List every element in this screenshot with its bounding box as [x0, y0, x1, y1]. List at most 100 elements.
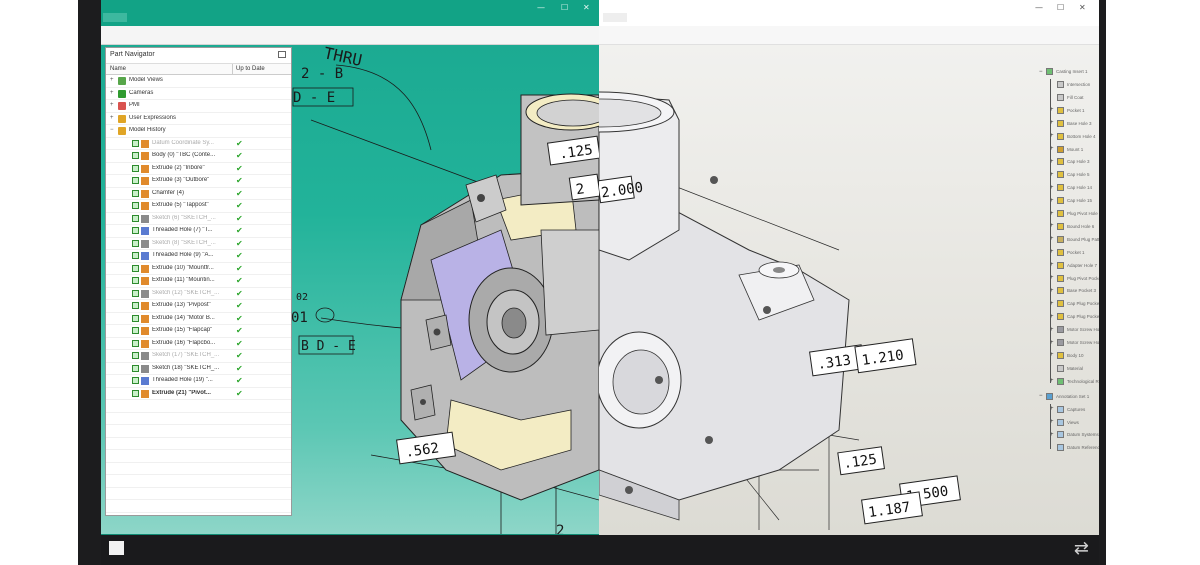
- feature-icon: [1057, 248, 1064, 256]
- tree-item[interactable]: +Cap Plug Pocket 4: [1050, 300, 1099, 310]
- body-icon: [1046, 68, 1053, 75]
- history-feature-row[interactable]: Sketch (12) "SKETCH_... ✔: [106, 288, 291, 300]
- feature-checkbox[interactable]: [132, 164, 139, 172]
- column-up-to-date[interactable]: Up to Date: [236, 66, 265, 72]
- feature-checkbox[interactable]: [132, 139, 139, 147]
- tree-item[interactable]: + Bound Hole 6: [1050, 222, 1094, 233]
- up-to-date-check-icon: ✔: [236, 201, 243, 210]
- history-feature-row[interactable]: Extrude (2) "Inbore" ✔: [106, 163, 291, 175]
- history-feature-row[interactable]: Threaded Hole (7) "T... ✔: [106, 225, 291, 238]
- tree-item[interactable]: + Pocket 1: [1050, 106, 1085, 117]
- tree-item[interactable]: + Base Hole 3: [1050, 119, 1092, 130]
- part-navigator-panel: Part Navigator Name Up to Date + Model Vi…: [105, 47, 292, 516]
- expand-icon[interactable]: +: [110, 102, 114, 108]
- tree-item[interactable]: + Pocket 1: [1050, 248, 1085, 259]
- expand-icon[interactable]: +: [110, 77, 114, 83]
- feature-checkbox[interactable]: [132, 302, 139, 309]
- feature-checkbox[interactable]: [132, 389, 139, 397]
- history-feature-row[interactable]: Datum Coordinate Sy... ✔: [106, 138, 291, 150]
- tree-item[interactable]: + Body 10: [1050, 351, 1084, 362]
- tree-item[interactable]: + Cap Hole 14: [1050, 184, 1092, 194]
- history-feature-row[interactable]: Sketch (8) "SKETCH_... ✔: [106, 238, 291, 250]
- feature-checkbox[interactable]: [132, 177, 139, 184]
- tree-item[interactable]: Fill Coat: [1050, 93, 1084, 104]
- tree-annotation-set[interactable]: − Annotation Set 1: [1039, 392, 1089, 403]
- navigator-group-row[interactable]: + User Expressions: [106, 113, 291, 125]
- expand-icon[interactable]: −: [110, 127, 114, 133]
- history-feature-row[interactable]: Sketch (6) "SKETCH_... ✔: [106, 213, 291, 225]
- feature-checkbox[interactable]: [132, 189, 139, 197]
- feature-checkbox[interactable]: [132, 239, 139, 247]
- history-feature-row[interactable]: Extrude (3) "Outbore" ✔: [106, 175, 291, 188]
- tree-item[interactable]: + Mount 1: [1050, 145, 1084, 156]
- tree-item-label: Bound Plug Pattern 1: [1067, 236, 1099, 242]
- tree-item[interactable]: + Bottom Hole 4: [1050, 132, 1096, 143]
- feature-icon: [141, 327, 149, 335]
- feature-checkbox[interactable]: [132, 227, 139, 234]
- navigator-group-row[interactable]: + Model Views: [106, 75, 291, 88]
- feature-checkbox[interactable]: [132, 289, 139, 297]
- tree-item-label: Mount 1: [1067, 146, 1084, 152]
- tree-item-label: Base Pocket 3: [1067, 288, 1097, 294]
- feature-checkbox[interactable]: [132, 364, 139, 372]
- feature-checkbox[interactable]: [132, 202, 139, 209]
- start-icon[interactable]: [109, 541, 124, 555]
- expand-icon[interactable]: +: [110, 90, 114, 96]
- tree-item[interactable]: +Plug Pivot Pocket 2: [1050, 274, 1099, 285]
- feature-checkbox[interactable]: [132, 152, 139, 159]
- tree-root[interactable]: − Casting Insert 1: [1039, 68, 1088, 78]
- feature-checkbox[interactable]: [132, 377, 139, 384]
- tree-item[interactable]: + Cap Hole 3: [1050, 158, 1090, 168]
- feature-label: Extrude (21) "Pivot...: [152, 389, 211, 396]
- history-feature-row[interactable]: Body (0) "TBC (Conte... ✔: [106, 150, 291, 163]
- tree-item[interactable]: Datum Reference Frames: [1050, 444, 1099, 454]
- tree-item-label: Cap Hole 15: [1067, 198, 1093, 204]
- history-feature-row[interactable]: Extrude (16) "Flapcbo... ✔: [106, 338, 291, 350]
- tree-item[interactable]: +Technological Results: [1050, 377, 1099, 388]
- history-feature-row[interactable]: Extrude (5) "Tappost" ✔: [106, 200, 291, 213]
- group-label: Model Views: [129, 77, 163, 83]
- history-feature-row[interactable]: Extrude (10) "Mountfr... ✔: [106, 263, 291, 275]
- right-model-viewport[interactable]: 2.000 .313 1.210 .125 1.500 1.187: [599, 0, 1099, 535]
- feature-checkbox[interactable]: [132, 352, 139, 359]
- navigator-group-row[interactable]: − Model History: [106, 125, 291, 138]
- history-feature-row[interactable]: Sketch (18) "SKETCH_... ✔: [106, 363, 291, 375]
- column-name[interactable]: Name: [110, 66, 126, 72]
- restore-icon[interactable]: [278, 51, 286, 58]
- tree-item[interactable]: Material: [1050, 364, 1083, 375]
- feature-icon: [1057, 119, 1064, 127]
- feature-checkbox[interactable]: [132, 277, 139, 284]
- tree-item[interactable]: +Motor Screw Hole 12: [1050, 326, 1099, 336]
- history-feature-row[interactable]: Extrude (14) "Motor B... ✔: [106, 313, 291, 325]
- feature-checkbox[interactable]: [132, 214, 139, 222]
- history-feature-row[interactable]: Chamfer (4) ✔: [106, 188, 291, 200]
- history-feature-row[interactable]: Extrude (15) "Flapcap" ✔: [106, 325, 291, 338]
- feature-checkbox[interactable]: [132, 252, 139, 259]
- history-feature-row[interactable]: Threaded Hole (9) "A... ✔: [106, 250, 291, 263]
- history-feature-row[interactable]: Extrude (11) "Mountin... ✔: [106, 275, 291, 288]
- tree-item[interactable]: + Cap Hole 5: [1050, 171, 1090, 181]
- tree-item[interactable]: + Base Pocket 3: [1050, 287, 1096, 297]
- tree-item[interactable]: + Views: [1050, 418, 1079, 429]
- tree-item[interactable]: +Cap Plug Pocket 5: [1050, 313, 1099, 323]
- tree-item[interactable]: +Motor Screw Hole 13: [1050, 339, 1099, 349]
- tree-item[interactable]: + Captures: [1050, 405, 1085, 416]
- navigator-group-row[interactable]: + PMI: [106, 100, 291, 113]
- tree-item[interactable]: +Datum Systems and Datum Targets: [1050, 431, 1099, 441]
- history-feature-row[interactable]: Threaded Hole (19) "... ✔: [106, 375, 291, 388]
- tree-item[interactable]: + Plug Pivot Hole 3: [1050, 210, 1099, 220]
- expand-icon[interactable]: +: [110, 115, 114, 121]
- tree-item[interactable]: + Adapter Hole 7: [1050, 261, 1097, 272]
- history-feature-row[interactable]: Sketch (17) "SKETCH_... ✔: [106, 350, 291, 363]
- navigator-group-row[interactable]: + Cameras: [106, 88, 291, 100]
- tree-item[interactable]: Intersection: [1050, 81, 1090, 91]
- feature-checkbox[interactable]: [132, 339, 139, 347]
- feature-checkbox[interactable]: [132, 327, 139, 334]
- feature-checkbox[interactable]: [132, 264, 139, 272]
- history-feature-row[interactable]: Extrude (13) "Pivpost" ✔: [106, 300, 291, 313]
- tree-item[interactable]: +Bound Plug Pattern 1: [1050, 235, 1099, 246]
- history-feature-row[interactable]: Extrude (21) "Pivot... ✔: [106, 388, 291, 400]
- swap-icon[interactable]: ⇄: [1074, 538, 1089, 559]
- tree-item[interactable]: + Cap Hole 15: [1050, 197, 1092, 207]
- feature-checkbox[interactable]: [132, 314, 139, 322]
